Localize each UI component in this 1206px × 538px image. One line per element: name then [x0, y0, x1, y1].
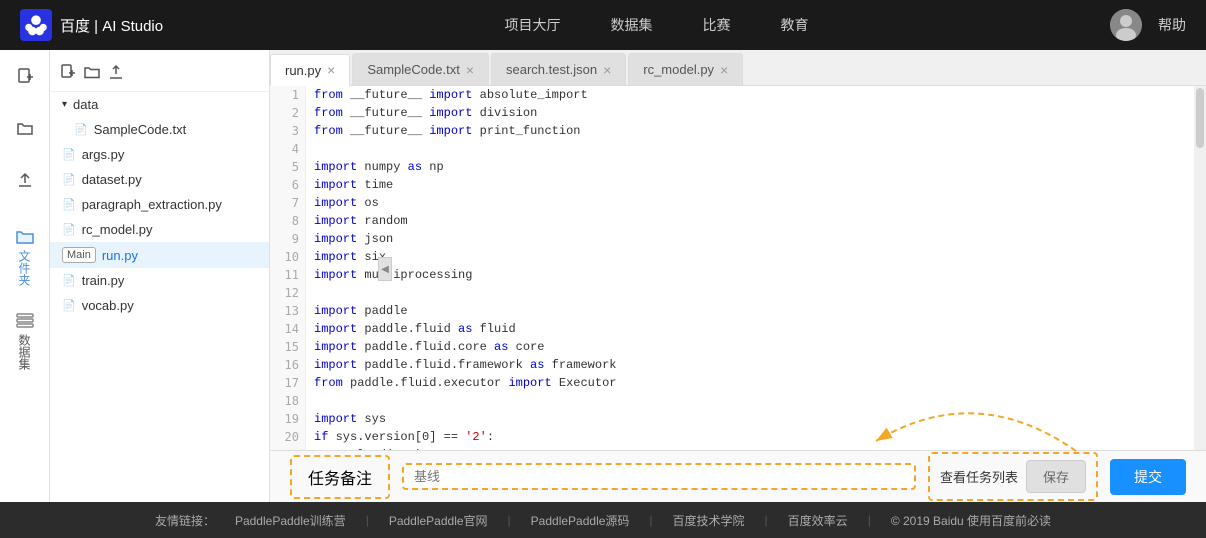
list-item[interactable]: Main run.py: [50, 242, 269, 268]
list-item[interactable]: 📄 rc_model.py: [50, 217, 269, 242]
logo-area: 百度 | AI Studio: [20, 9, 163, 41]
footer-divider-5: |: [868, 513, 871, 527]
new-folder-icon[interactable]: [84, 64, 100, 85]
list-item[interactable]: 📄 paragraph_extraction.py: [50, 192, 269, 217]
file-icon: 📄: [62, 223, 76, 236]
code-scroll-area[interactable]: 1234 5678 9101112 13141516 17181920 2122…: [270, 86, 1194, 450]
baseline-input[interactable]: [414, 469, 904, 484]
new-file-button[interactable]: [9, 60, 41, 92]
code-body: 1234 5678 9101112 13141516 17181920 2122…: [270, 86, 1194, 450]
footer-divider-1: |: [366, 513, 369, 527]
nav-competition[interactable]: 比赛: [703, 15, 731, 35]
tab-label-search: search.test.json: [506, 62, 597, 77]
folder-icon: [15, 226, 35, 246]
vertical-scrollbar[interactable]: [1194, 86, 1206, 450]
close-tab-samplecode[interactable]: ×: [466, 62, 474, 78]
nav-education[interactable]: 教育: [781, 15, 809, 35]
upload-button[interactable]: [9, 164, 41, 196]
close-tab-runpy[interactable]: ×: [327, 62, 335, 78]
baidu-logo: [20, 9, 52, 41]
nav-datasets[interactable]: 数据集: [611, 15, 653, 35]
code-editor: 1234 5678 9101112 13141516 17181920 2122…: [270, 86, 1206, 450]
footer-link-paddlecamp[interactable]: PaddlePaddle训练营: [235, 512, 346, 529]
task-note-text: 任务备注: [308, 471, 372, 488]
line-numbers: 1234 5678 9101112 13141516 17181920 2122…: [270, 86, 306, 450]
close-tab-rcmodel[interactable]: ×: [720, 62, 728, 78]
filename-dataset: dataset.py: [82, 172, 142, 187]
editor-tabs: run.py × SampleCode.txt × search.test.js…: [270, 50, 1206, 86]
view-tasks-button[interactable]: 查看任务列表: [940, 467, 1018, 486]
upload-file-icon[interactable]: [108, 64, 124, 85]
filename-vocab: vocab.py: [82, 298, 134, 313]
file-icon: 📄: [62, 148, 76, 161]
file-tree: ▾ data 📄 SampleCode.txt 📄 args.py 📄 data…: [50, 50, 270, 502]
tab-label-samplecode: SampleCode.txt: [367, 62, 460, 77]
footer-divider-4: |: [765, 513, 768, 527]
tab-samplecode[interactable]: SampleCode.txt ×: [352, 53, 489, 85]
footer-prefix: 友情链接：: [155, 512, 215, 529]
folder-name: data: [73, 97, 98, 112]
new-folder-button[interactable]: [9, 112, 41, 144]
footer-link-paddlesource[interactable]: PaddlePaddle源码: [531, 512, 630, 529]
main-area: 文件夹 数据集: [0, 50, 1206, 502]
list-item[interactable]: 📄 args.py: [50, 142, 269, 167]
folder-item-data[interactable]: ▾ data: [50, 92, 269, 117]
footer-divider-3: |: [649, 513, 652, 527]
new-file-icon[interactable]: [60, 64, 76, 85]
file-tree-toolbar: [50, 58, 269, 92]
filename-samplecode: SampleCode.txt: [94, 122, 187, 137]
footer-divider-2: |: [508, 513, 511, 527]
filename-args: args.py: [82, 147, 125, 162]
tab-label-rcmodel: rc_model.py: [643, 62, 714, 77]
nav-projects[interactable]: 项目大厅: [505, 15, 561, 35]
bottom-bar: 任务备注 查看任务列表 保存 提交: [270, 450, 1206, 502]
baseline-input-wrapper: [402, 463, 916, 490]
footer: 友情链接： PaddlePaddle训练营 | PaddlePaddle官网 |…: [0, 502, 1206, 538]
collapse-panel-button[interactable]: ◀: [378, 257, 392, 281]
tab-rcmodel[interactable]: rc_model.py ×: [628, 53, 743, 85]
file-icon: 📄: [62, 299, 76, 312]
editor-area: run.py × SampleCode.txt × search.test.js…: [270, 50, 1206, 502]
task-note-label: 任务备注: [290, 455, 390, 499]
file-label[interactable]: 文件夹: [16, 250, 33, 286]
tab-label-runpy: run.py: [285, 63, 321, 78]
help-link[interactable]: 帮助: [1158, 15, 1186, 35]
close-tab-search[interactable]: ×: [603, 62, 611, 78]
dataset-icon: [15, 310, 35, 330]
file-section: 文件夹: [15, 226, 35, 286]
avatar[interactable]: [1110, 9, 1142, 41]
list-item[interactable]: 📄 SampleCode.txt: [50, 117, 269, 142]
filename-runpy: run.py: [102, 248, 138, 263]
sidebar-icons: 文件夹 数据集: [0, 50, 50, 502]
footer-link-paddleofficial[interactable]: PaddlePaddle官网: [389, 512, 488, 529]
topnav: 百度 | AI Studio 项目大厅 数据集 比赛 教育 帮助: [0, 0, 1206, 50]
logo-text: 百度 | AI Studio: [60, 15, 163, 36]
footer-link-efficiency[interactable]: 百度效率云: [788, 512, 848, 529]
tab-runpy[interactable]: run.py ×: [270, 54, 350, 86]
code-text[interactable]: from __future__ import absolute_import f…: [306, 86, 1194, 450]
list-item[interactable]: 📄 dataset.py: [50, 167, 269, 192]
footer-copyright: © 2019 Baidu 使用百度前必读: [891, 512, 1051, 529]
file-icon: 📄: [62, 198, 76, 211]
file-icon: 📄: [74, 123, 88, 136]
task-actions-area: 查看任务列表 保存: [928, 452, 1098, 501]
file-icon: 📄: [62, 173, 76, 186]
dataset-section: 数据集: [15, 310, 35, 370]
filename-paragraph: paragraph_extraction.py: [82, 197, 222, 212]
folder-arrow-icon: ▾: [62, 99, 67, 110]
main-tag: Main: [62, 247, 96, 263]
filename-rcmodel: rc_model.py: [82, 222, 153, 237]
dataset-label[interactable]: 数据集: [16, 334, 33, 370]
tab-search-test[interactable]: search.test.json ×: [491, 53, 626, 85]
list-item[interactable]: 📄 train.py: [50, 268, 269, 293]
list-item[interactable]: 📄 vocab.py: [50, 293, 269, 318]
submit-button[interactable]: 提交: [1110, 459, 1186, 495]
file-icon: 📄: [62, 274, 76, 287]
scrollbar-thumb: [1196, 88, 1204, 148]
save-button[interactable]: 保存: [1026, 460, 1086, 493]
nav-items: 项目大厅 数据集 比赛 教育: [203, 15, 1110, 35]
footer-link-techacademy[interactable]: 百度技术学院: [673, 512, 745, 529]
nav-right: 帮助: [1110, 9, 1186, 41]
filename-train: train.py: [82, 273, 125, 288]
